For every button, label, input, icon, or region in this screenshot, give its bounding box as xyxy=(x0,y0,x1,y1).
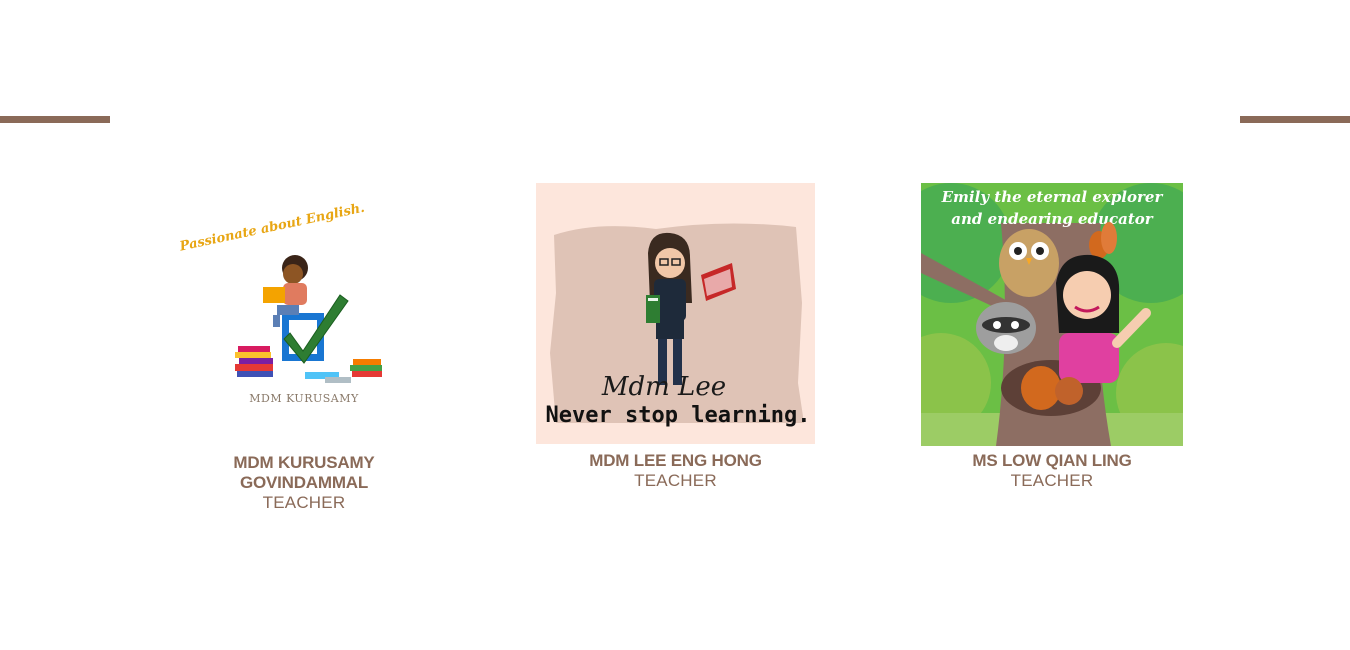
avatar-motto: Never stop learning. xyxy=(546,403,811,428)
teacher-card: Emily the eternal explorer and endearing… xyxy=(921,183,1183,491)
teacher-role: TEACHER xyxy=(262,493,346,512)
avatar-caption: MDM KURUSAMY xyxy=(249,392,359,405)
teacher-avatar-illustration: Emily the eternal explorer and endearing… xyxy=(921,183,1183,446)
decorative-rule-right xyxy=(1240,116,1350,123)
teacher-avatar: Mdm Lee Never stop learning. xyxy=(536,183,815,444)
owl-icon xyxy=(999,229,1059,297)
avatar-signature: Mdm Lee xyxy=(601,372,726,402)
teacher-avatar-illustration: Passionate about English. MDM KURUSAMY xyxy=(178,201,382,405)
raccoon-icon xyxy=(976,302,1036,354)
teacher-role: TEACHER xyxy=(634,471,717,490)
teacher-card: Mdm Lee Never stop learning. MDM LEE ENG… xyxy=(536,183,815,491)
avatar-title-line2: and endearing educator xyxy=(951,210,1153,228)
teacher-name: MDM KURUSAMY GOVINDAMMAL xyxy=(233,453,375,492)
teacher-avatar-illustration: Mdm Lee Never stop learning. xyxy=(536,183,815,444)
teacher-role: TEACHER xyxy=(1010,471,1094,490)
teacher-card: Passionate about English. MDM KURUSAMY M… xyxy=(165,183,443,513)
avatar-motto: Passionate about English. xyxy=(178,201,367,255)
teacher-avatar: Passionate about English. MDM KURUSAMY xyxy=(165,183,443,445)
teacher-name: MS LOW QIAN LING xyxy=(972,451,1132,470)
avatar-title-line1: Emily the eternal explorer xyxy=(941,188,1164,206)
decorative-rule-left xyxy=(0,116,110,123)
teacher-avatar: Emily the eternal explorer and endearing… xyxy=(921,183,1183,446)
teacher-name: MDM LEE ENG HONG xyxy=(589,451,762,470)
